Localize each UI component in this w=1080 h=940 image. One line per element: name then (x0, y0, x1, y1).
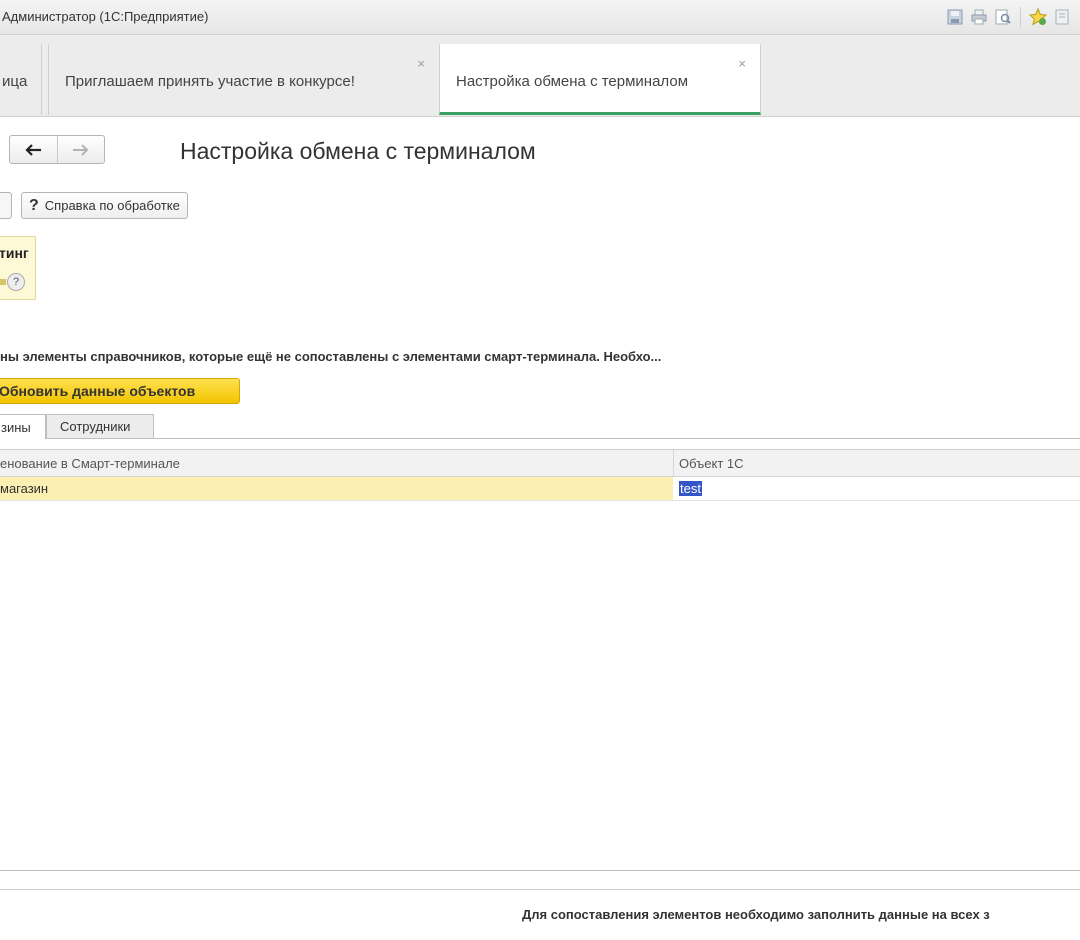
print-icon[interactable] (969, 7, 989, 27)
bookmark-icon[interactable] (1052, 7, 1072, 27)
help-button-label: Справка по обработке (44, 198, 180, 213)
back-button[interactable] (10, 136, 58, 163)
refresh-objects-button[interactable]: Обновить данные объектов (0, 378, 240, 404)
cell-text: магазин (0, 481, 49, 496)
column-header-1c-object[interactable]: Объект 1С (679, 456, 744, 471)
info-panel: тинг ? (0, 236, 36, 300)
tab-start-page[interactable]: ица (0, 44, 42, 115)
tab-label: Настройка обмена с терминалом (456, 73, 689, 90)
save-icon[interactable] (945, 7, 965, 27)
help-button[interactable]: ? Справка по обработке (21, 192, 188, 219)
close-icon[interactable]: × (738, 56, 746, 71)
toolbar-separator (1020, 7, 1021, 27)
cell-terminal-name[interactable]: магазин (0, 477, 673, 500)
titlebar-icons (945, 7, 1072, 27)
close-icon[interactable]: × (417, 56, 425, 71)
command-button[interactable] (0, 192, 12, 219)
column-divider[interactable] (673, 450, 674, 476)
info-panel-caption: тинг (0, 245, 29, 261)
favorites-icon[interactable] (1028, 7, 1048, 27)
tab-contest-invitation[interactable]: Приглашаем принять участие в конкурсе! × (48, 44, 440, 115)
footer-hint: Для сопоставления элементов необходимо з… (522, 907, 990, 922)
table-row[interactable]: магазин test (0, 477, 1080, 501)
tab-label: ица (2, 73, 28, 90)
navigation-buttons (9, 135, 105, 164)
marker-icon (0, 279, 6, 285)
column-header-terminal-name[interactable]: енование в Смарт-терминале (0, 456, 180, 471)
open-windows-tabs: ица Приглашаем принять участие в конкурс… (0, 35, 1080, 117)
tab-employees[interactable]: Сотрудники (46, 414, 154, 438)
help-icon: ? (29, 196, 39, 214)
arrow-left-icon (25, 143, 42, 156)
tab-label: Приглашаем принять участие в конкурсе! (65, 73, 355, 90)
status-message: ны элементы справочников, которые ещё не… (0, 349, 662, 364)
preview-icon[interactable] (993, 7, 1013, 27)
tab-stores[interactable]: зины (0, 414, 46, 439)
forward-button[interactable] (58, 136, 105, 163)
tab-terminal-exchange-settings[interactable]: Настройка обмена с терминалом × (439, 44, 761, 115)
arrow-right-icon (72, 143, 89, 156)
divider (0, 889, 1080, 890)
window-title: Администратор (1С:Предприятие) (2, 9, 209, 24)
table-header: енование в Смарт-терминале Объект 1С (0, 450, 1080, 477)
mapping-table: енование в Смарт-терминале Объект 1С маг… (0, 449, 1080, 871)
question-icon[interactable]: ? (7, 273, 25, 291)
inner-tabs: зины Сотрудники (0, 414, 1080, 439)
window-titlebar: Администратор (1С:Предприятие) (0, 0, 1080, 35)
cell-1c-object[interactable]: test (679, 481, 702, 496)
page-title: Настройка обмена с терминалом (180, 138, 536, 164)
